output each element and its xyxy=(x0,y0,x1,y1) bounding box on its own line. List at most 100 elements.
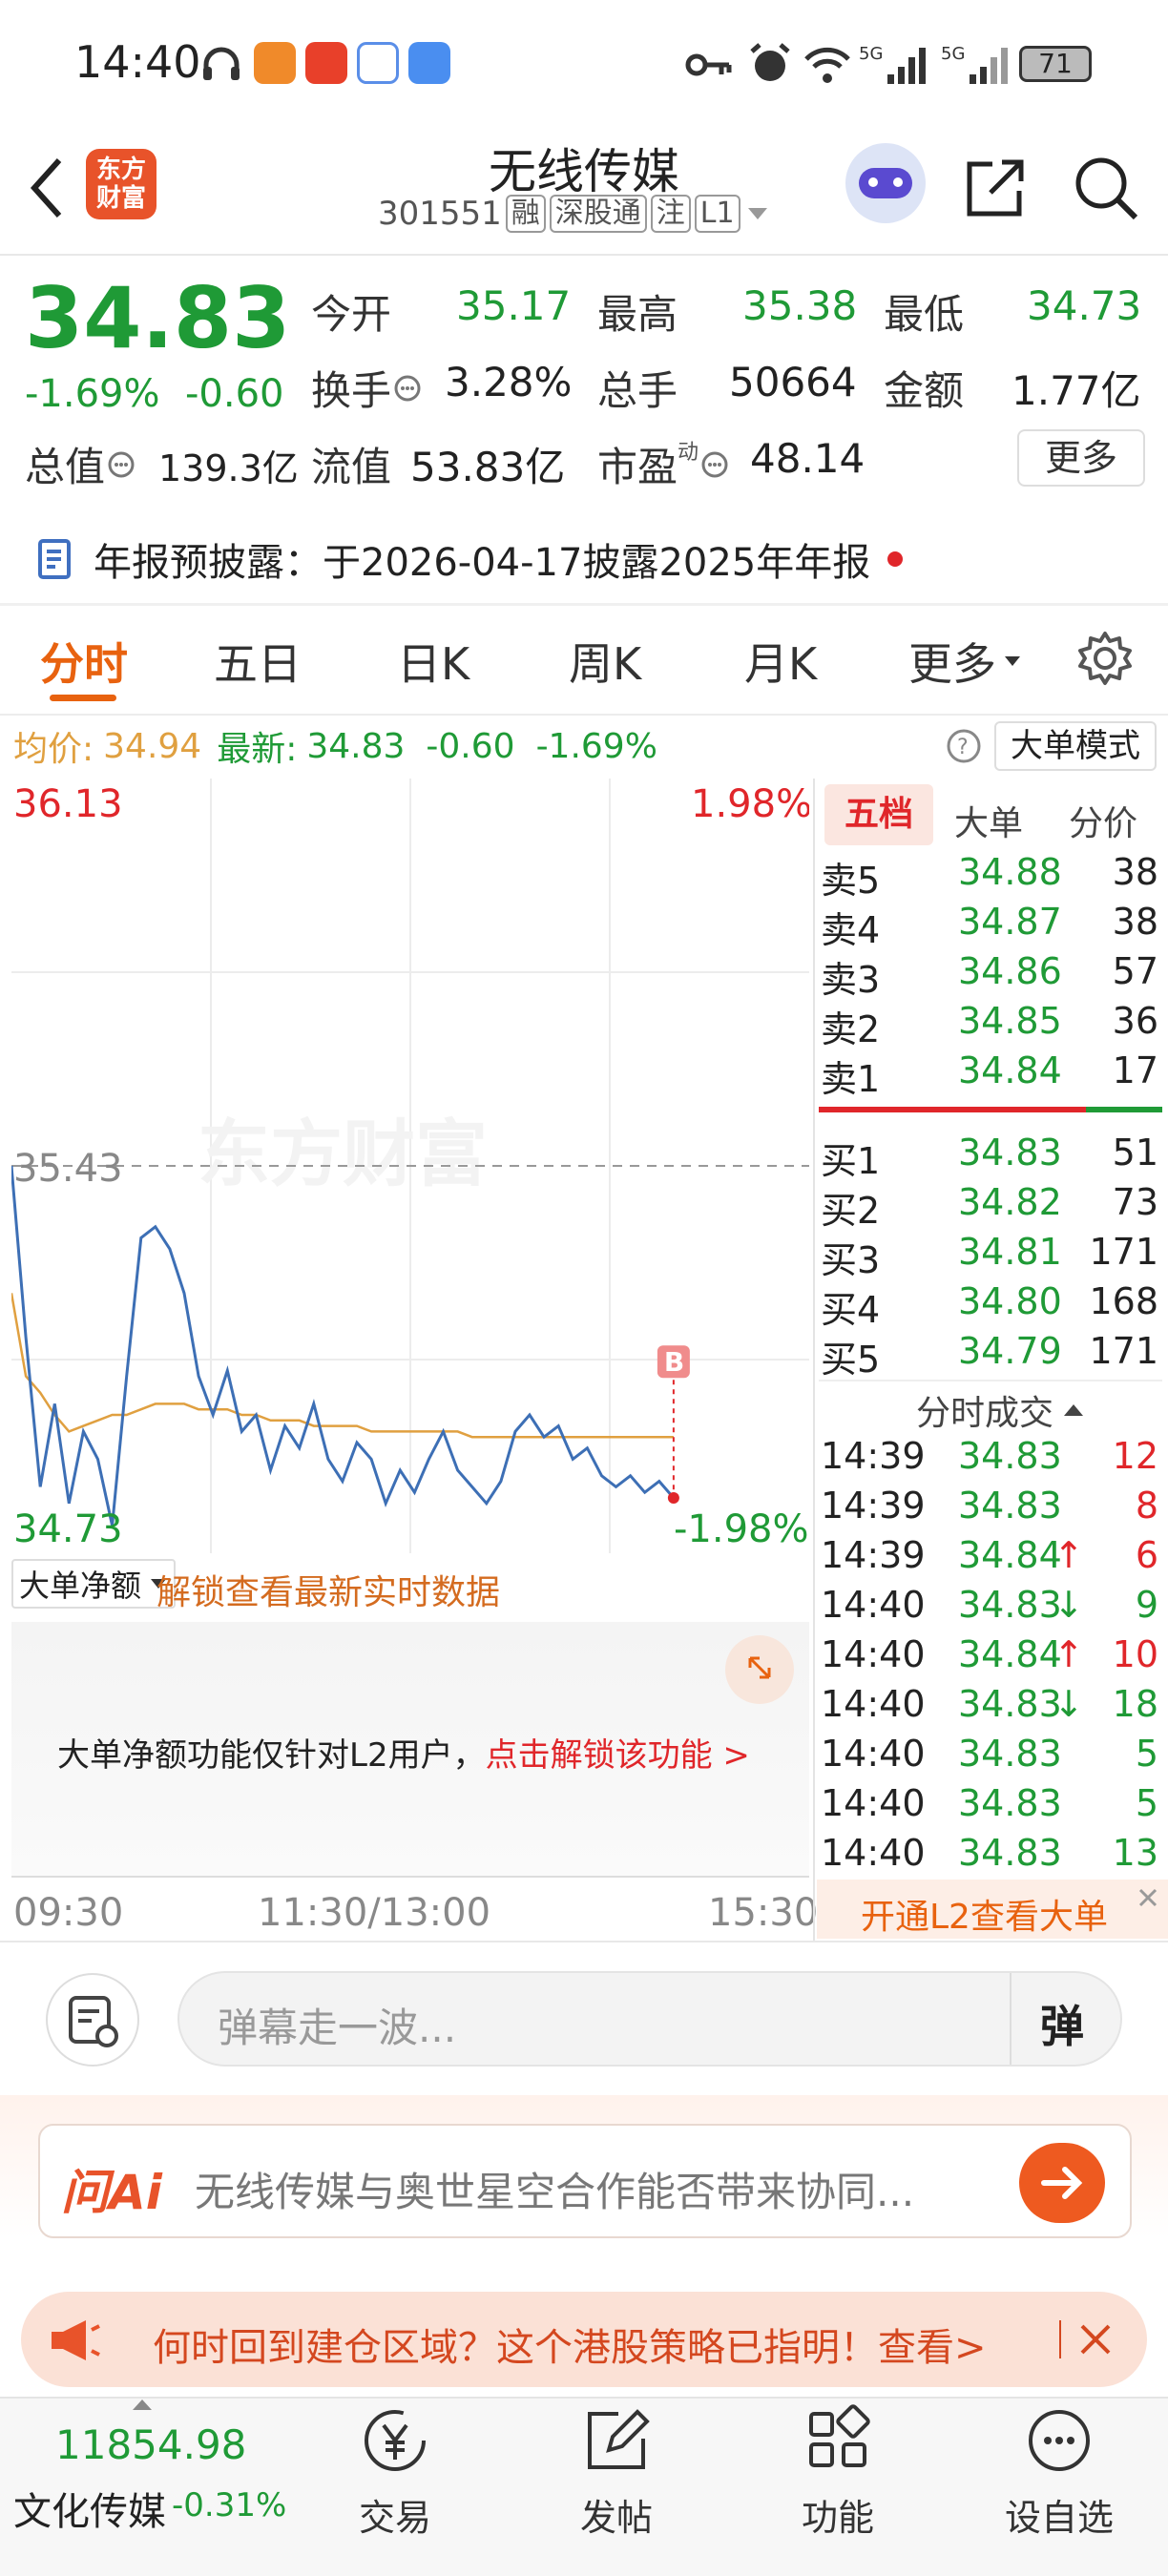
danmu-settings-button[interactable] xyxy=(46,1973,139,2067)
robot-assistant-icon[interactable] xyxy=(845,143,926,223)
index-name[interactable]: 文化传媒 xyxy=(13,2481,166,2536)
bid-volume: 73 xyxy=(1112,1181,1158,1223)
trade-time: 14:40 xyxy=(821,1832,926,1874)
volume-label: 总手 xyxy=(597,367,678,414)
trade-volume: 6 xyxy=(1135,1534,1158,1576)
l2-banner[interactable]: 开通L2查看大单 xyxy=(817,1880,1168,1939)
danmu-input[interactable]: 弹幕走一波... 弹 xyxy=(177,1971,1122,2067)
tab-intraday[interactable]: 分时 xyxy=(40,630,128,693)
ask-volume: 36 xyxy=(1112,1000,1158,1042)
help-icon[interactable]: ? xyxy=(945,727,983,765)
ai-question-bar[interactable]: 问Ai 无线传媒与奥世星空合作能否带来协同... xyxy=(38,2124,1132,2238)
tag-connect: 深股通 xyxy=(549,195,647,233)
tab-price-distribution[interactable]: 分价 xyxy=(1069,796,1137,845)
trade-volume: 8 xyxy=(1135,1485,1158,1527)
bid-row: 买2 34.82 73 xyxy=(819,1181,1162,1232)
nav-post-label: 发帖 xyxy=(579,2497,653,2539)
signal-icon: 5G xyxy=(941,44,1008,84)
more-dots-icon xyxy=(1029,2410,1090,2471)
bid-row: 买3 34.81 171 xyxy=(819,1231,1162,1281)
unlock-realtime-link[interactable]: 解锁查看最新实时数据 xyxy=(156,1565,500,1614)
trade-row: 14:39 34.84 ↑ 6 xyxy=(819,1534,1162,1584)
tab-weekly-k[interactable]: 周K xyxy=(569,630,641,693)
svg-text:5G: 5G xyxy=(859,44,883,64)
trade-time: 14:40 xyxy=(821,1683,926,1725)
turnover-label-text: 换手 xyxy=(311,367,392,414)
chart-watermark: 东方财富 xyxy=(198,1111,488,1196)
ai-go-button[interactable] xyxy=(1019,2143,1105,2223)
avg-label: 均价: xyxy=(13,730,94,769)
bid-price: 34.82 xyxy=(958,1181,1062,1223)
market-cap-label: 总值 xyxy=(25,435,136,493)
promo-banner[interactable]: 何时回到建仓区域？这个港股策略已指明！查看> xyxy=(21,2292,1147,2387)
info-icon[interactable] xyxy=(393,374,422,403)
divider xyxy=(1010,1973,1012,2065)
tab-big-orders[interactable]: 大单 xyxy=(954,796,1023,845)
tab-daily-k[interactable]: 日K xyxy=(397,630,469,693)
trade-time: 14:40 xyxy=(821,1782,926,1824)
document-icon xyxy=(38,539,71,579)
close-icon[interactable] xyxy=(1134,1883,1162,1912)
report-notice[interactable]: 年报预披露：于2026-04-17披露2025年年报 xyxy=(36,530,904,588)
trade-time: 14:39 xyxy=(821,1485,926,1527)
trade-price: 34.83 xyxy=(958,1485,1062,1527)
nav-functions-label: 功能 xyxy=(801,2497,874,2539)
nav-trade[interactable]: 交易 xyxy=(328,2404,462,2541)
bid-price: 34.79 xyxy=(958,1330,1062,1372)
market-cap-value: 139.3亿 xyxy=(158,447,299,489)
caret-down-icon xyxy=(747,208,767,219)
tab-more-label: 更多 xyxy=(908,638,996,690)
bid-row: 买5 34.79 171 xyxy=(819,1330,1162,1381)
trades-header[interactable]: 分时成交 xyxy=(916,1385,1086,1435)
expand-icon[interactable] xyxy=(725,1635,794,1704)
divider xyxy=(0,603,1168,606)
info-icon[interactable] xyxy=(107,450,136,479)
trade-row: 14:40 34.83 5 xyxy=(819,1782,1162,1832)
trade-volume: 13 xyxy=(1112,1832,1158,1874)
caret-up-icon[interactable] xyxy=(130,2397,155,2412)
volume-value: 50664 xyxy=(729,359,857,405)
y-max-label: 36.13 xyxy=(13,782,123,826)
app-notification-icon xyxy=(305,42,347,84)
app-notification-icon xyxy=(357,42,399,84)
ask-row: 卖4 34.87 38 xyxy=(819,901,1162,951)
pct-max-label: 1.98% xyxy=(691,782,809,826)
edit-post-icon xyxy=(588,2409,650,2469)
info-icon[interactable] xyxy=(700,450,729,479)
close-icon[interactable] xyxy=(1074,2318,1116,2360)
index-change: -0.31% xyxy=(172,2486,287,2524)
pe-label: 市盈动 xyxy=(597,435,729,493)
settings-gear-icon[interactable] xyxy=(1076,630,1134,687)
nav-post[interactable]: 发帖 xyxy=(550,2404,683,2541)
tab-five-day[interactable]: 五日 xyxy=(214,630,302,693)
trade-row: 14:40 34.84 ↑ 10 xyxy=(819,1633,1162,1683)
trade-row: 14:40 34.83 13 xyxy=(819,1832,1162,1881)
danmu-toggle-button[interactable]: 弹 xyxy=(1040,1992,1084,2055)
more-button[interactable]: 更多 xyxy=(1017,429,1145,487)
nav-functions[interactable]: 功能 xyxy=(771,2404,905,2541)
tab-monthly-k[interactable]: 月K xyxy=(744,630,817,693)
big-order-mode-button[interactable]: 大单模式 xyxy=(994,721,1157,771)
intraday-info-line: 均价: 34.94 最新: 34.83 -0.60 -1.69% xyxy=(13,723,657,770)
search-icon[interactable] xyxy=(1073,155,1139,221)
ask-label: 卖2 xyxy=(821,1008,881,1050)
share-icon[interactable] xyxy=(964,155,1029,219)
l2-only-notice: 大单净额功能仅针对L2用户，点击解锁该功能 > xyxy=(57,1729,750,1776)
b-marker-label: B xyxy=(664,1346,684,1378)
open-label: 今开 xyxy=(311,291,392,338)
tab-more[interactable]: 更多 xyxy=(908,630,1023,693)
l2-notice-text: 大单净额功能仅针对L2用户， xyxy=(57,1736,486,1775)
l2-unlock-link[interactable]: 点击解锁该功能 > xyxy=(486,1736,750,1775)
avg-value: 34.94 xyxy=(103,726,202,766)
panel-divider xyxy=(813,779,815,1941)
key-icon xyxy=(685,53,732,76)
notice-dot xyxy=(887,551,904,567)
nav-watchlist[interactable]: 设自选 xyxy=(992,2404,1126,2541)
low-label: 最低 xyxy=(884,291,965,338)
nav-trade-label: 交易 xyxy=(358,2497,431,2539)
open-value: 35.17 xyxy=(456,282,572,329)
tab-five-levels[interactable]: 五档 xyxy=(824,784,933,845)
tag-level: L1 xyxy=(694,195,740,233)
intraday-chart[interactable]: 东方财富 B 36.13 1.98% 35.43 34.73 -1.98% xyxy=(11,779,809,1553)
sub-indicator-dropdown[interactable]: 大单净额 xyxy=(11,1559,177,1609)
